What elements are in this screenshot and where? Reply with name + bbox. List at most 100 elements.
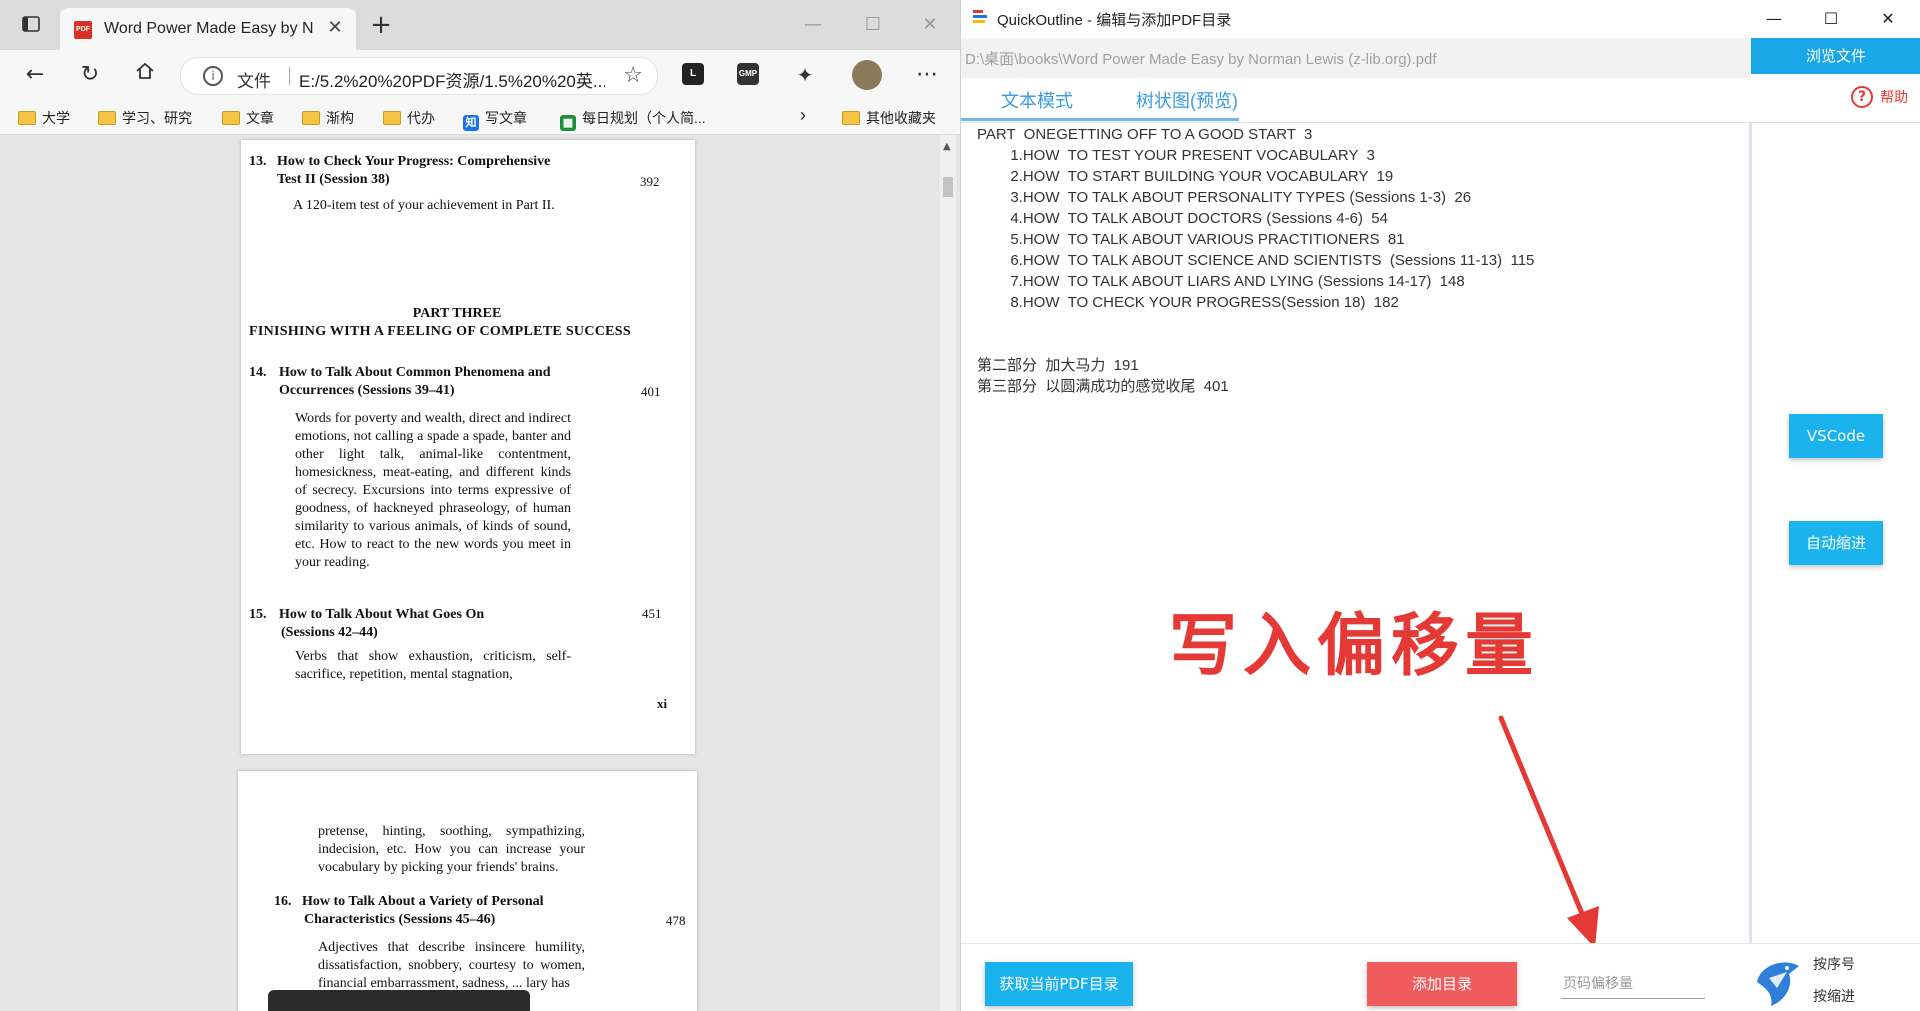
tab-actions-icon[interactable] — [20, 14, 42, 36]
bookmark-folder[interactable]: 渐构 — [302, 108, 354, 128]
toc-entry-title: Occurrences (Sessions 39–41) — [279, 383, 455, 398]
help-label: 帮助 — [1880, 90, 1909, 106]
viewer-scrollbar[interactable]: ▲ — [940, 135, 956, 1011]
vscode-button[interactable]: VSCode — [1789, 414, 1883, 458]
new-tab-button[interactable]: + — [370, 12, 392, 38]
file-path-field[interactable]: D:\桌面\books\Word Power Made Easy by Norm… — [961, 38, 1751, 78]
toc-entry-description: pretense, hinting, soothing, sympathizin… — [318, 824, 585, 875]
toc-entry-page: 478 — [666, 913, 686, 928]
quickoutline-window: QuickOutline - 编辑与添加PDF目录 — ☐ ✕ D:\桌面\bo… — [960, 0, 1920, 1011]
outline-line: 2.HOW TO START BUILDING YOUR VOCABULARY … — [977, 168, 1394, 185]
sheet-icon: ▦ — [560, 115, 576, 131]
toc-entry-description: A 120-item test of your achievement in P… — [293, 198, 555, 213]
bookmark-folder[interactable]: 大学 — [18, 108, 70, 128]
file-path-text: D:\桌面\books\Word Power Made Easy by Norm… — [965, 51, 1437, 68]
minimize-icon[interactable]: — — [798, 12, 828, 38]
navigation-bar: ← ↻ i 文件 E:/5.2%20%20PDF资源/1.5%20%20英...… — [0, 50, 960, 100]
toc-entry-number: 13. — [249, 154, 267, 169]
address-bar[interactable]: i 文件 E:/5.2%20%20PDF资源/1.5%20%20英... ☆ — [180, 57, 658, 95]
tab-text-mode[interactable]: 文本模式 — [1001, 87, 1073, 113]
toc-entry-title: How to Talk About a Variety of Personal — [302, 894, 544, 909]
toc-entry-title: (Sessions 42–44) — [281, 625, 378, 640]
bookmarks-overflow-icon[interactable]: › — [800, 105, 806, 125]
page-roman-numeral: xi — [657, 696, 668, 711]
active-tab-indicator — [961, 118, 1239, 121]
bookmark-link[interactable]: 知写文章 — [463, 108, 527, 131]
extensions-puzzle-icon[interactable]: ✦ — [790, 60, 820, 90]
bookmark-link[interactable]: ▦ 每日规划（个人简... — [560, 108, 706, 131]
bookmark-folder[interactable]: 文章 — [222, 108, 274, 128]
app-maximize-icon[interactable]: ☐ — [1816, 6, 1846, 32]
outline-line: 5.HOW TO TALK ABOUT VARIOUS PRACTITIONER… — [977, 231, 1405, 248]
browser-window: PDF Word Power Made Easy by Norm ✕ + — ☐… — [0, 0, 960, 1011]
outline-line: 3.HOW TO TALK ABOUT PERSONALITY TYPES (S… — [977, 189, 1472, 206]
extension-gmp-icon[interactable]: GMP — [737, 63, 759, 85]
zhihu-icon: 知 — [463, 115, 479, 131]
maximize-icon[interactable]: ☐ — [858, 12, 888, 38]
toc-entry-page: 401 — [641, 384, 661, 399]
bookmark-folder[interactable]: 学习、研究 — [98, 108, 192, 128]
radio-by-number[interactable]: 按序号 — [1813, 954, 1855, 974]
tab-title: Word Power Made Easy by Norm — [104, 20, 314, 37]
back-icon[interactable]: ← — [20, 60, 50, 90]
address-url[interactable]: E:/5.2%20%20PDF资源/1.5%20%20英... — [299, 67, 605, 92]
mode-tabs: 文本模式 树状图(预览) ? 帮助 — [961, 78, 1920, 123]
folder-icon — [302, 111, 320, 125]
app-minimize-icon[interactable]: — — [1759, 6, 1789, 32]
outline-line: PART ONEGETTING OFF TO A GOOD START 3 — [977, 126, 1313, 143]
outline-line: 8.HOW TO CHECK YOUR PROGRESS(Session 18)… — [977, 294, 1399, 311]
favorite-star-icon[interactable]: ☆ — [623, 63, 643, 88]
refresh-icon[interactable]: ↻ — [75, 60, 105, 90]
toc-entry-title: How to Check Your Progress: Comprehensiv… — [277, 154, 551, 169]
help-icon: ? — [1851, 86, 1873, 108]
toc-entry-number: 14. — [249, 365, 267, 380]
folder-icon — [18, 111, 36, 125]
folder-icon — [222, 111, 240, 125]
more-menu-icon[interactable]: ⋯ — [912, 60, 942, 90]
scroll-up-icon[interactable]: ▲ — [943, 141, 951, 152]
app-logo-icon — [973, 10, 989, 26]
outline-line: 第二部分 加大马力 191 — [977, 357, 1139, 374]
toc-entry-description: Verbs that show exhaustion, criticism, s… — [295, 649, 571, 682]
get-pdf-outline-button[interactable]: 获取当前PDF目录 — [985, 962, 1133, 1006]
bookmark-folder-other[interactable]: 其他收藏夹 — [842, 108, 936, 128]
toc-entry-description: Words for poverty and wealth, direct and… — [295, 411, 571, 570]
toc-entry-number: 16. — [274, 894, 292, 909]
extension-l-icon[interactable]: L — [682, 63, 704, 85]
profile-avatar[interactable] — [852, 60, 882, 90]
toc-entry-number: 15. — [249, 607, 267, 622]
app-title: QuickOutline - 编辑与添加PDF目录 — [997, 12, 1232, 29]
help-button[interactable]: ? 帮助 — [1851, 86, 1908, 108]
folder-icon — [383, 111, 401, 125]
bottom-toolbar: 获取当前PDF目录 添加目录 按序号 按缩进 — [961, 943, 1920, 1011]
tab-tree-preview[interactable]: 树状图(预览) — [1136, 87, 1238, 113]
address-separator — [289, 67, 290, 85]
outline-text-editor[interactable]: PART ONEGETTING OFF TO A GOOD START 3 1.… — [967, 123, 1752, 943]
toc-entry-page: 392 — [640, 174, 660, 189]
browser-tab-active[interactable]: PDF Word Power Made Easy by Norm ✕ — [60, 8, 356, 50]
toc-entry-title: Test II (Session 38) — [277, 172, 390, 187]
tab-close-icon[interactable]: ✕ — [324, 17, 346, 39]
pdf-icon: PDF — [74, 21, 92, 39]
viewer-toolbar-overlay[interactable] — [268, 990, 530, 1011]
part-heading: PART THREE — [412, 306, 502, 321]
bookmark-folder[interactable]: 代办 — [383, 108, 435, 128]
pdf-viewer[interactable]: 13. How to Check Your Progress: Comprehe… — [0, 135, 960, 1011]
page-offset-input[interactable] — [1561, 970, 1705, 999]
browse-file-button[interactable]: 浏览文件 — [1751, 38, 1920, 74]
app-close-icon[interactable]: ✕ — [1873, 6, 1903, 32]
home-icon[interactable] — [130, 60, 160, 90]
part-subheading: FINISHING WITH A FEELING OF COMPLETE SUC… — [249, 324, 631, 339]
toc-entry-title: Characteristics (Sessions 45–46) — [304, 912, 496, 927]
radio-by-indent[interactable]: 按缩进 — [1813, 986, 1855, 1006]
close-window-icon[interactable]: ✕ — [915, 12, 945, 38]
annotation-text: 写入偏移量 — [1169, 607, 1540, 686]
outline-line: 6.HOW TO TALK ABOUT SCIENCE AND SCIENTIS… — [977, 252, 1535, 269]
info-icon[interactable]: i — [203, 66, 223, 86]
auto-indent-button[interactable]: 自动缩进 — [1789, 521, 1883, 565]
toc-entry-title: How to Talk About Common Phenomena and — [279, 365, 551, 380]
scrollbar-thumb[interactable] — [943, 177, 953, 197]
bookmarks-bar: 大学 学习、研究 文章 渐构 代办 知写文章 ▦ 每日规划（个人简... › 其他… — [0, 100, 960, 135]
app-titlebar: QuickOutline - 编辑与添加PDF目录 — ☐ ✕ — [961, 0, 1920, 38]
add-outline-button[interactable]: 添加目录 — [1367, 962, 1517, 1006]
